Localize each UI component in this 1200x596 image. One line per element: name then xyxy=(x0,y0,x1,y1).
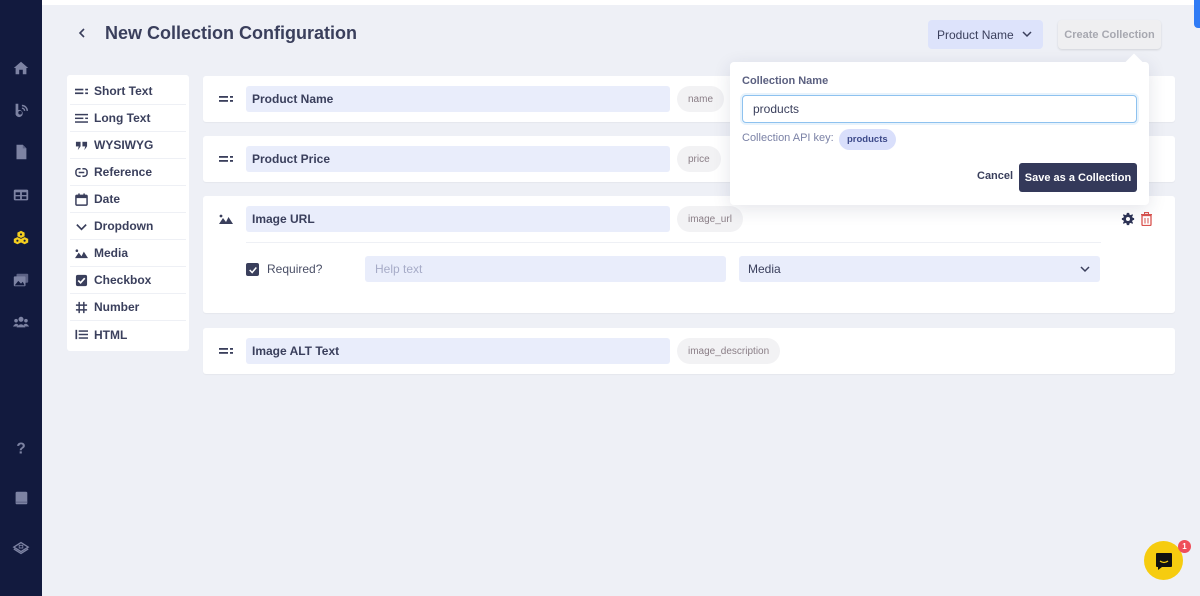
field-type-label: Reference xyxy=(94,165,153,179)
field-type-label: Checkbox xyxy=(94,273,152,287)
chevron-down-icon xyxy=(1080,266,1090,273)
sidebar-item-layouts[interactable] xyxy=(0,183,42,207)
document-icon xyxy=(16,144,27,160)
sidebar-item-pages[interactable] xyxy=(0,140,42,164)
back-button[interactable] xyxy=(74,25,90,41)
field-label-input[interactable]: Product Price xyxy=(246,146,670,172)
field-api-key: image_url xyxy=(677,206,743,232)
chevron-left-icon xyxy=(78,28,85,38)
field-type-label: Long Text xyxy=(94,111,151,125)
long-text-icon xyxy=(75,113,88,123)
field-type-label: Number xyxy=(94,300,140,314)
api-key-label: Collection API key: xyxy=(742,132,834,144)
sidebar-item-home[interactable] xyxy=(0,56,42,80)
cancel-button[interactable]: Cancel xyxy=(977,170,1013,182)
layers-icon xyxy=(12,541,30,555)
title-field-select-value: Product Name xyxy=(937,27,1014,42)
title-field-select[interactable]: Product Name xyxy=(928,20,1043,49)
collection-name-label: Collection Name xyxy=(742,75,829,87)
field-type-select-value: Media xyxy=(748,262,781,276)
short-text-icon[interactable] xyxy=(219,92,233,106)
book-icon xyxy=(15,491,28,505)
link-icon xyxy=(75,167,88,177)
image-icon[interactable] xyxy=(219,212,233,226)
field-type-dropdown[interactable]: Dropdown xyxy=(70,213,186,240)
collection-name-input[interactable]: products xyxy=(742,95,1137,123)
help-text-input[interactable]: Help text xyxy=(365,256,726,282)
field-api-key: name xyxy=(677,86,725,112)
field-label-input[interactable]: Image URL xyxy=(246,206,670,232)
create-collection-button[interactable]: Create Collection xyxy=(1058,20,1161,49)
calendar-icon xyxy=(75,192,88,206)
users-icon xyxy=(12,316,30,328)
sidebar-item-help[interactable]: ? xyxy=(0,436,42,460)
grid-icon xyxy=(13,189,29,201)
chevron-down-icon xyxy=(76,223,87,230)
field-api-key: image_description xyxy=(677,338,781,364)
question-icon: ? xyxy=(16,440,25,457)
short-text-icon[interactable] xyxy=(219,152,233,166)
sidebar: ? xyxy=(0,0,42,596)
field-type-number[interactable]: Number xyxy=(70,294,186,321)
field-type-label: Media xyxy=(94,246,129,260)
sidebar-item-media[interactable] xyxy=(0,268,42,292)
images-icon xyxy=(13,273,29,287)
field-type-palette: Short Text Long Text WYSIWYG Reference D… xyxy=(67,75,189,351)
field-label-input[interactable]: Product Name xyxy=(246,86,670,112)
field-type-short-text[interactable]: Short Text xyxy=(70,78,186,105)
divider xyxy=(246,242,1101,243)
image-icon xyxy=(75,248,88,258)
field-type-checkbox[interactable]: Checkbox xyxy=(70,267,186,294)
field-type-label: Date xyxy=(94,192,121,206)
sidebar-item-collections[interactable] xyxy=(0,226,42,250)
save-collection-button[interactable]: Save as a Collection xyxy=(1019,163,1137,192)
field-card: Image ALT Text image_description xyxy=(203,328,1175,374)
chat-icon xyxy=(1155,552,1172,570)
field-type-reference[interactable]: Reference xyxy=(70,159,186,186)
field-type-label: Dropdown xyxy=(94,219,154,233)
field-type-media[interactable]: Media xyxy=(70,240,186,267)
field-type-label: Short Text xyxy=(94,84,153,98)
field-api-key: price xyxy=(677,146,721,172)
short-text-icon xyxy=(75,88,88,94)
required-label: Required? xyxy=(267,262,323,276)
list-icon xyxy=(75,329,88,340)
create-collection-popover: Collection Name products Collection API … xyxy=(730,53,1149,205)
hash-icon xyxy=(75,301,88,313)
field-type-label: WYSIWYG xyxy=(94,138,154,152)
page-title: New Collection Configuration xyxy=(105,23,357,43)
field-type-html[interactable]: HTML xyxy=(70,321,186,348)
chevron-down-icon xyxy=(1022,31,1032,38)
cubes-icon xyxy=(13,230,29,245)
field-label-input[interactable]: Image ALT Text xyxy=(246,338,670,364)
short-text-icon[interactable] xyxy=(219,344,233,358)
checkbox-icon xyxy=(75,274,88,286)
field-type-label: HTML xyxy=(94,327,128,342)
gear-icon[interactable] xyxy=(1121,212,1135,226)
chat-notification-badge: 1 xyxy=(1178,540,1191,553)
sidebar-item-users[interactable] xyxy=(0,310,42,334)
sidebar-item-docs[interactable] xyxy=(0,486,42,510)
field-card-expanded: Image URL image_url Required? Help text … xyxy=(203,196,1175,313)
check-icon xyxy=(248,266,257,274)
quote-icon xyxy=(75,141,88,150)
sidebar-item-plans[interactable] xyxy=(0,536,42,560)
home-icon xyxy=(13,61,29,75)
required-checkbox[interactable] xyxy=(246,263,259,276)
api-key-badge: products xyxy=(839,129,896,150)
field-type-date[interactable]: Date xyxy=(70,186,186,213)
blog-icon xyxy=(15,103,29,118)
field-type-long-text[interactable]: Long Text xyxy=(70,105,186,132)
trash-icon[interactable] xyxy=(1140,212,1153,226)
field-type-select[interactable]: Media xyxy=(739,256,1100,282)
field-type-wysiwyg[interactable]: WYSIWYG xyxy=(70,132,186,159)
svg-text:?: ? xyxy=(16,440,25,457)
sidebar-item-blog[interactable] xyxy=(0,98,42,122)
